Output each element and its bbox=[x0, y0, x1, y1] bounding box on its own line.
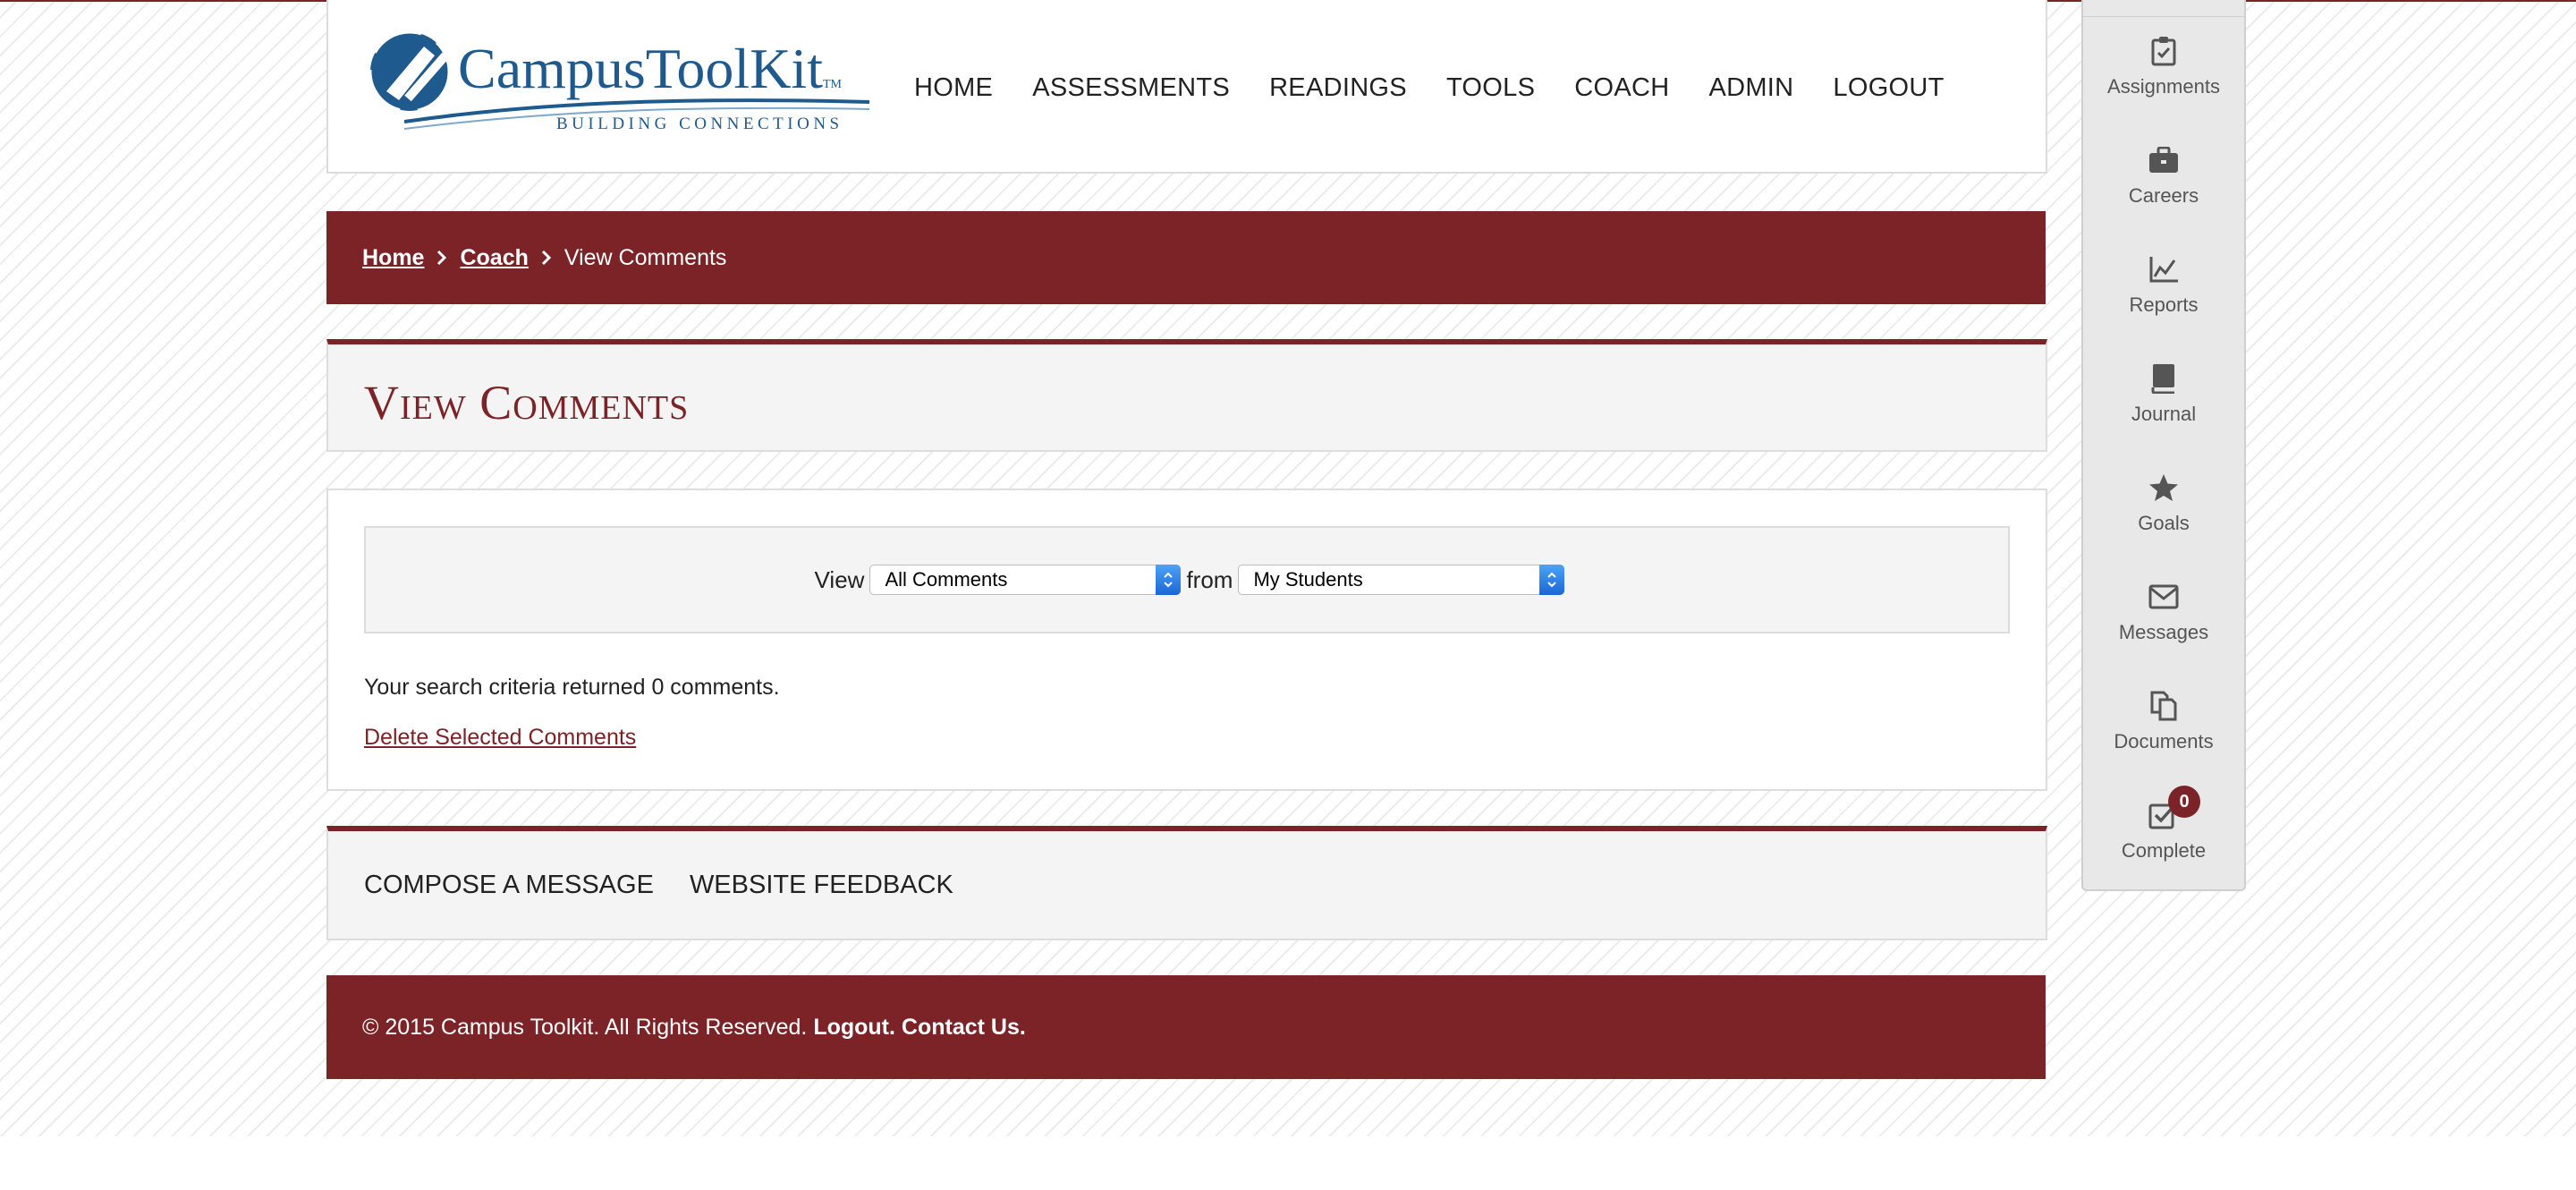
briefcase-icon bbox=[2148, 145, 2179, 175]
nav-assessments[interactable]: ASSESSMENTS bbox=[1032, 73, 1230, 103]
view-label: View bbox=[814, 565, 865, 593]
view-select[interactable]: All Comments bbox=[869, 565, 1182, 595]
sidebar-item-label: Messages bbox=[2118, 621, 2209, 643]
nav-admin[interactable]: ADMIN bbox=[1708, 73, 1793, 103]
sidebar-item-messages[interactable]: Messages bbox=[2083, 546, 2244, 655]
breadcrumb-home-link[interactable]: Home bbox=[362, 245, 424, 271]
nav-logout[interactable]: LOGOUT bbox=[1833, 73, 1944, 103]
select-arrows-icon bbox=[1156, 565, 1182, 595]
breadcrumb-current: View Comments bbox=[564, 244, 727, 270]
sidebar-item-goals[interactable]: Goals bbox=[2083, 437, 2244, 546]
breadcrumb: Home Coach View Comments bbox=[326, 211, 2046, 304]
sidebar-item-label: Assignments bbox=[2107, 75, 2220, 98]
from-label: from bbox=[1186, 565, 1233, 593]
logo-wordmark: CampusToolKitTM bbox=[458, 37, 842, 100]
compose-message-link[interactable]: COMPOSE A MESSAGE bbox=[364, 871, 654, 900]
filter-bar: View All Comments from My Students bbox=[364, 526, 2010, 633]
logo[interactable]: CampusToolKitTM BUILDING CONNECTIONS bbox=[369, 25, 869, 141]
title-panel: View Comments bbox=[326, 339, 2047, 452]
sidebar-item-label: Goals bbox=[2138, 512, 2190, 534]
delete-selected-comments-link[interactable]: Delete Selected Comments bbox=[364, 725, 636, 751]
copyright-text: © 2015 Campus Toolkit. All Rights Reserv… bbox=[362, 1014, 808, 1040]
view-select-value: All Comments bbox=[885, 568, 1008, 591]
page-bottom bbox=[0, 1136, 2576, 1190]
search-result-text: Your search criteria returned 0 comments… bbox=[364, 675, 780, 700]
envelope-icon bbox=[2148, 582, 2179, 612]
breadcrumb-coach-link[interactable]: Coach bbox=[460, 245, 528, 271]
nav-home[interactable]: HOME bbox=[914, 73, 993, 103]
sidebar-item-assignments[interactable]: Assignments bbox=[2083, 0, 2244, 109]
clipboard-check-icon bbox=[2148, 36, 2179, 66]
documents-icon bbox=[2148, 691, 2179, 721]
chevron-right-icon bbox=[436, 250, 447, 266]
line-chart-icon bbox=[2148, 254, 2179, 285]
footer-links: COMPOSE A MESSAGE WEBSITE FEEDBACK bbox=[326, 826, 2047, 940]
footer-logout-link[interactable]: Logout. bbox=[813, 1015, 895, 1041]
sidebar-item-label: Careers bbox=[2128, 184, 2199, 207]
nav-readings[interactable]: READINGS bbox=[1269, 73, 1407, 103]
from-select-value: My Students bbox=[1253, 568, 1363, 591]
footer-contact-link[interactable]: Contact Us. bbox=[902, 1015, 1026, 1041]
comments-panel: View All Comments from My Students Your … bbox=[326, 489, 2047, 791]
checkbox-icon: 0 bbox=[2148, 786, 2200, 830]
website-feedback-link[interactable]: WEBSITE FEEDBACK bbox=[690, 871, 953, 900]
sidebar-item-label: Reports bbox=[2129, 293, 2199, 316]
sidebar-item-journal[interactable]: Journal bbox=[2083, 327, 2244, 437]
sidebar-item-label: Documents bbox=[2114, 730, 2214, 752]
logo-tagline: BUILDING CONNECTIONS bbox=[556, 115, 843, 133]
page-title: View Comments bbox=[364, 376, 690, 429]
from-select[interactable]: My Students bbox=[1238, 565, 1565, 595]
star-icon bbox=[2148, 472, 2179, 503]
book-icon bbox=[2148, 363, 2179, 394]
sidebar-item-careers[interactable]: Careers bbox=[2083, 109, 2244, 218]
sidebar-item-label: Journal bbox=[2131, 403, 2197, 425]
nav-coach[interactable]: COACH bbox=[1574, 73, 1669, 103]
nav-tools[interactable]: TOOLS bbox=[1446, 73, 1535, 103]
select-arrows-icon bbox=[1539, 565, 1565, 595]
site-header: CampusToolKitTM BUILDING CONNECTIONS HOM… bbox=[326, 0, 2047, 174]
chevron-right-icon bbox=[541, 250, 552, 266]
sidebar-item-reports[interactable]: Reports bbox=[2083, 218, 2244, 327]
sidebar-item-complete[interactable]: 0 Complete bbox=[2083, 764, 2244, 873]
sidebar-item-label: Complete bbox=[2121, 839, 2207, 862]
quick-access-sidebar: Assignments Careers Reports Journal Goal… bbox=[2081, 0, 2246, 891]
complete-count-badge: 0 bbox=[2168, 786, 2200, 818]
sidebar-item-documents[interactable]: Documents bbox=[2083, 655, 2244, 764]
main-nav: HOME ASSESSMENTS READINGS TOOLS COACH AD… bbox=[914, 73, 1945, 103]
footer-bar: © 2015 Campus Toolkit. All Rights Reserv… bbox=[326, 975, 2046, 1079]
